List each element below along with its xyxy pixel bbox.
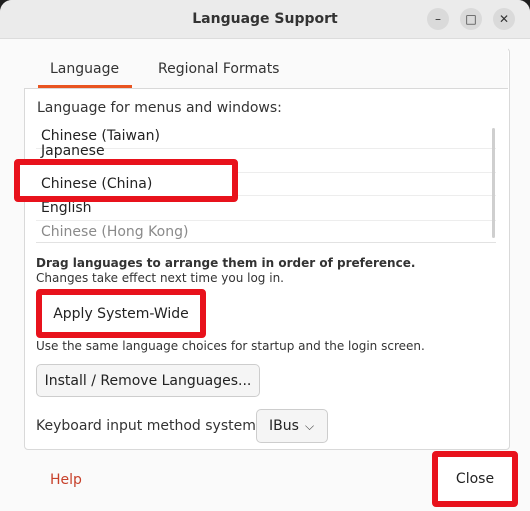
maximize-icon: □ [465,12,477,26]
list-item[interactable]: Chinese (Hong Kong) [36,220,496,242]
language-name: Chinese (Taiwan) [41,128,160,144]
close-window-button[interactable]: ✕ [493,8,515,30]
install-remove-languages-button[interactable]: Install / Remove Languages... [36,364,260,397]
apply-system-wide-button[interactable]: Apply System-Wide [43,296,199,332]
tab-bar: Language Regional Formats [24,48,508,89]
keyboard-input-label: Keyboard input method system: [36,418,261,434]
language-name: Chinese (Hong Kong) [41,224,189,240]
drag-hint: Drag languages to arrange them in order … [36,256,416,270]
list-item[interactable]: Chinese (Taiwan) [36,124,496,149]
changes-hint: Changes take effect next time you log in… [36,271,284,285]
close-button[interactable]: Close [440,458,510,500]
apply-hint: Use the same language choices for startu… [36,339,425,353]
keyboard-input-select[interactable]: IBus ⌵ [256,409,328,443]
language-name[interactable]: Chinese (China) [41,176,152,192]
language-name: Japanese [41,143,105,159]
active-tab-indicator [38,85,132,88]
language-support-window: Language Support – □ ✕ Language Regional… [0,0,530,511]
language-name: English [41,200,92,216]
keyboard-input-value: IBus [269,418,299,434]
chevron-down-icon: ⌵ [305,419,315,433]
minimize-icon: – [435,12,441,26]
tab-language[interactable]: Language [50,61,119,77]
close-icon: ✕ [498,12,510,26]
tab-regional-formats[interactable]: Regional Formats [158,61,279,77]
title-bar: Language Support – □ ✕ [0,0,530,39]
minimize-button[interactable]: – [427,8,449,30]
window-title: Language Support [192,11,338,27]
language-list-label: Language for menus and windows: [37,100,282,116]
maximize-button[interactable]: □ [460,8,482,30]
help-button[interactable]: Help [50,472,82,488]
list-scrollbar[interactable] [492,128,495,238]
